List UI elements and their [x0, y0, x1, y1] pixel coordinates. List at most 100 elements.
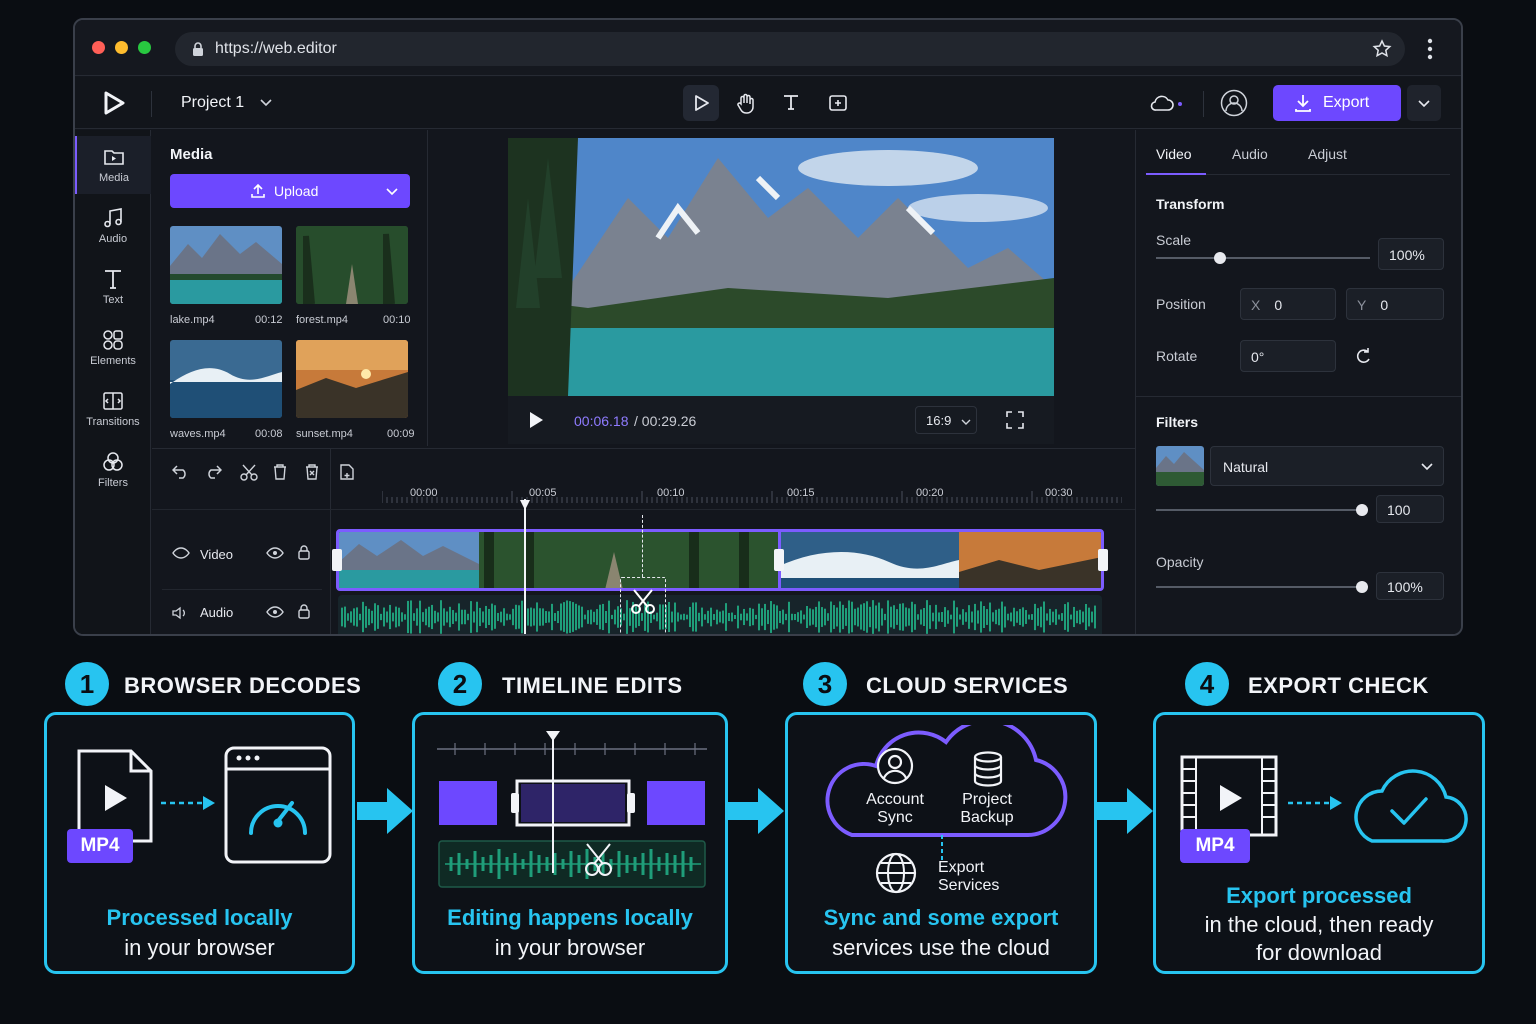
- video-strip: [339, 532, 1101, 588]
- mountain-lake-frame: [508, 138, 1054, 396]
- x-value: 0: [1274, 297, 1283, 313]
- redo-icon[interactable]: [204, 463, 222, 479]
- filters-title: Filters: [1156, 414, 1199, 430]
- shapes-icon: [103, 330, 123, 350]
- filter-intensity-slider[interactable]: [1156, 504, 1368, 516]
- media-thumb-forest[interactable]: [296, 226, 408, 304]
- track-label-audio: Audio: [200, 605, 234, 620]
- sidebar-item-label: Media: [99, 172, 129, 184]
- trash-icon[interactable]: [272, 463, 288, 481]
- opacity-slider-knob[interactable]: [1356, 581, 1368, 593]
- media-file-duration: 00:12: [255, 314, 283, 326]
- sidebar-item-label: Transitions: [86, 416, 140, 428]
- duplicate-clip-icon[interactable]: [338, 463, 356, 481]
- filter-value-field[interactable]: 100: [1376, 495, 1444, 523]
- address-bar[interactable]: https://web.editor: [175, 32, 1405, 66]
- eye-icon[interactable]: [266, 547, 284, 559]
- step-number: 1: [65, 662, 109, 706]
- clip-trim-handle[interactable]: [1098, 549, 1108, 571]
- lock-icon[interactable]: [298, 545, 310, 560]
- filter-thumbnail: [1156, 446, 1204, 486]
- media-thumb-lake[interactable]: [170, 226, 282, 304]
- chevron-down-icon[interactable]: [260, 98, 272, 108]
- ruler-label: 00:20: [916, 487, 944, 499]
- scale-slider[interactable]: [1156, 252, 1370, 264]
- sidebar-item-transitions[interactable]: Transitions: [75, 380, 151, 438]
- opacity-label: Opacity: [1156, 554, 1204, 570]
- media-thumb-waves[interactable]: [170, 340, 282, 418]
- step-caption-highlight: Export processed: [1226, 883, 1412, 908]
- scale-label: Scale: [1156, 232, 1192, 248]
- scale-field[interactable]: 100%: [1378, 238, 1444, 270]
- sunset-thumbnail: [296, 340, 408, 418]
- filter-name: Natural: [1223, 459, 1269, 475]
- filter-slider-knob[interactable]: [1356, 504, 1368, 516]
- aspect-ratio-select[interactable]: 16:9: [915, 406, 977, 434]
- folder-icon: [104, 150, 124, 165]
- export-button[interactable]: Export: [1273, 85, 1401, 121]
- fullscreen-icon[interactable]: [1006, 411, 1024, 429]
- media-title: Media: [170, 146, 213, 163]
- media-file-name: waves.mp4: [170, 428, 226, 440]
- export-services-label: Export Services: [938, 859, 1000, 894]
- star-icon[interactable]: [1372, 39, 1392, 59]
- project-name[interactable]: Project 1: [181, 94, 244, 112]
- lock-icon: [193, 42, 203, 56]
- tab-adjust[interactable]: Adjust: [1308, 146, 1347, 162]
- scissors-icon[interactable]: [240, 463, 258, 481]
- filter-select[interactable]: Natural: [1210, 446, 1444, 486]
- playhead[interactable]: [524, 499, 526, 634]
- audio-track-clip[interactable]: [338, 595, 1102, 634]
- ruler-label: 00:05: [529, 487, 557, 499]
- ruler-label: 00:10: [657, 487, 685, 499]
- playhead-marker-icon[interactable]: [519, 499, 531, 511]
- undo-icon[interactable]: [172, 463, 190, 479]
- opacity-slider[interactable]: [1156, 581, 1368, 593]
- maximize-window-button[interactable]: [138, 41, 151, 54]
- hand-tool-icon[interactable]: [735, 92, 757, 114]
- lock-icon[interactable]: [298, 604, 310, 619]
- sidebar-item-media[interactable]: Media: [75, 136, 151, 194]
- minimize-window-button[interactable]: [115, 41, 128, 54]
- flow-arrow-icon: [1097, 788, 1153, 834]
- opacity-field[interactable]: 100%: [1376, 572, 1444, 600]
- position-x-field[interactable]: X0: [1240, 288, 1336, 320]
- user-avatar-icon[interactable]: [1220, 89, 1248, 117]
- export-options-button[interactable]: [1407, 85, 1441, 121]
- video-track-clips[interactable]: [336, 529, 1104, 591]
- crop-tool-icon[interactable]: [827, 92, 849, 114]
- media-thumb-sunset[interactable]: [296, 340, 408, 418]
- delete-clip-icon[interactable]: [304, 463, 320, 481]
- sidebar-item-audio[interactable]: Audio: [75, 197, 151, 255]
- reset-rotate-icon[interactable]: [1354, 346, 1374, 366]
- media-file-duration: 00:09: [387, 428, 415, 440]
- media-file-name: sunset.mp4: [296, 428, 353, 440]
- sidebar-item-elements[interactable]: Elements: [75, 319, 151, 377]
- clip-trim-handle[interactable]: [774, 549, 784, 571]
- rotate-field[interactable]: 0°: [1240, 340, 1336, 372]
- eye-icon[interactable]: [266, 606, 284, 618]
- step-card-export-check: MP4 Export processed in the cloud, then …: [1153, 712, 1485, 974]
- play-icon[interactable]: [528, 411, 544, 429]
- video-preview[interactable]: [508, 138, 1054, 396]
- more-vertical-icon[interactable]: [1427, 38, 1433, 60]
- step-card-browser-decodes: MP4 Processed locally in your browser: [44, 712, 355, 974]
- sidebar-item-text[interactable]: Text: [75, 258, 151, 316]
- scissors-icon: [631, 589, 655, 614]
- close-window-button[interactable]: [92, 41, 105, 54]
- tab-video[interactable]: Video: [1156, 146, 1192, 162]
- cloud-check-icon: [1354, 769, 1468, 843]
- position-y-field[interactable]: Y0: [1346, 288, 1444, 320]
- select-tool-button[interactable]: [683, 85, 719, 121]
- cloud-sync-icon[interactable]: [1149, 92, 1183, 114]
- app-logo-icon: [104, 91, 125, 115]
- scale-slider-knob[interactable]: [1214, 252, 1227, 264]
- upload-label: Upload: [274, 183, 319, 199]
- upload-button[interactable]: Upload: [170, 174, 410, 208]
- cut-marker[interactable]: [620, 577, 666, 634]
- globe-icon: [875, 852, 917, 894]
- clip-trim-handle[interactable]: [332, 549, 342, 571]
- tab-audio[interactable]: Audio: [1232, 146, 1268, 162]
- text-tool-icon[interactable]: [781, 92, 801, 112]
- sidebar-item-filters[interactable]: Filters: [75, 441, 151, 499]
